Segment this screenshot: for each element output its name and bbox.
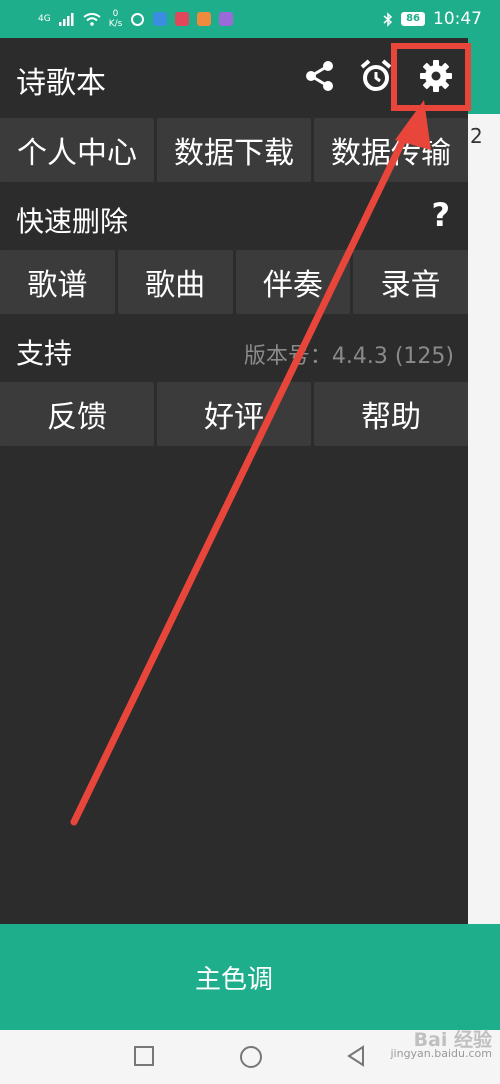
- delete-songs-button[interactable]: 歌曲: [117, 250, 233, 314]
- watermark: Bai 经验 jingyan.baidu.com: [390, 1029, 492, 1061]
- watermark-url: jingyan.baidu.com: [390, 1047, 492, 1060]
- bluetooth-icon: [383, 11, 393, 27]
- personal-center-button[interactable]: 个人中心: [0, 118, 154, 182]
- notification-app-icon: [175, 12, 190, 26]
- account-buttons-row: 个人中心 数据下载 数据传输: [0, 118, 468, 182]
- wifi-icon: [83, 12, 101, 26]
- network-speed-value: 0: [112, 9, 119, 19]
- data-download-button[interactable]: 数据下载: [157, 118, 311, 182]
- delete-recordings-button[interactable]: 录音: [353, 250, 468, 314]
- background-toolbar: [468, 38, 500, 114]
- battery-level: 86: [401, 12, 425, 26]
- network-speed-unit: K/s: [108, 19, 123, 29]
- support-label: 支持: [16, 337, 73, 370]
- signal-icon: [58, 12, 74, 26]
- background-content: [468, 38, 500, 1038]
- back-icon[interactable]: [344, 1044, 368, 1068]
- quick-delete-label: 快速删除: [16, 205, 129, 238]
- drawer-header: 诗歌本: [0, 38, 468, 116]
- network-type: 4G: [38, 13, 51, 24]
- delete-accompaniment-button[interactable]: 伴奏: [235, 250, 351, 314]
- app-title: 诗歌本: [16, 66, 106, 101]
- data-transfer-button[interactable]: 数据传输: [314, 118, 468, 182]
- status-bar-left: 4G 0 K/s: [38, 9, 234, 29]
- navigation-drawer: 诗歌本 个人中心 数据下载 数据传输 快速删除 ? 歌谱 歌曲 伴奏 录音 支持…: [0, 38, 468, 1030]
- theme-color-button[interactable]: 主色调: [0, 924, 468, 1030]
- gear-icon[interactable]: [418, 58, 454, 94]
- notification-app-icon: [219, 12, 234, 26]
- share-icon[interactable]: [302, 58, 338, 94]
- alarm-icon[interactable]: [358, 58, 394, 94]
- version-number: 版本号：4.4.3 (125): [243, 344, 454, 369]
- status-bar: 4G 0 K/s 86 10:47: [0, 0, 500, 38]
- support-buttons-row: 反馈 好评 帮助: [0, 382, 468, 446]
- notification-app-icon: [197, 12, 212, 26]
- notification-app-icon: [153, 12, 168, 26]
- sync-icon: [131, 12, 145, 26]
- clock: 10:47: [433, 9, 482, 29]
- home-icon[interactable]: [238, 1044, 264, 1070]
- rate-button[interactable]: 好评: [157, 382, 311, 446]
- help-question-icon[interactable]: ?: [431, 196, 450, 234]
- network-speed: 0 K/s: [109, 9, 123, 29]
- help-button[interactable]: 帮助: [314, 382, 468, 446]
- background-text: 2: [470, 124, 483, 148]
- quick-delete-buttons-row: 歌谱 歌曲 伴奏 录音: [0, 250, 468, 314]
- feedback-button[interactable]: 反馈: [0, 382, 154, 446]
- status-bar-right: 86 10:47: [383, 9, 482, 29]
- recent-apps-icon[interactable]: [132, 1044, 156, 1068]
- background-bottom-bar: [468, 924, 500, 1030]
- delete-scores-button[interactable]: 歌谱: [0, 250, 115, 314]
- watermark-logo: Bai 经验: [413, 1029, 492, 1051]
